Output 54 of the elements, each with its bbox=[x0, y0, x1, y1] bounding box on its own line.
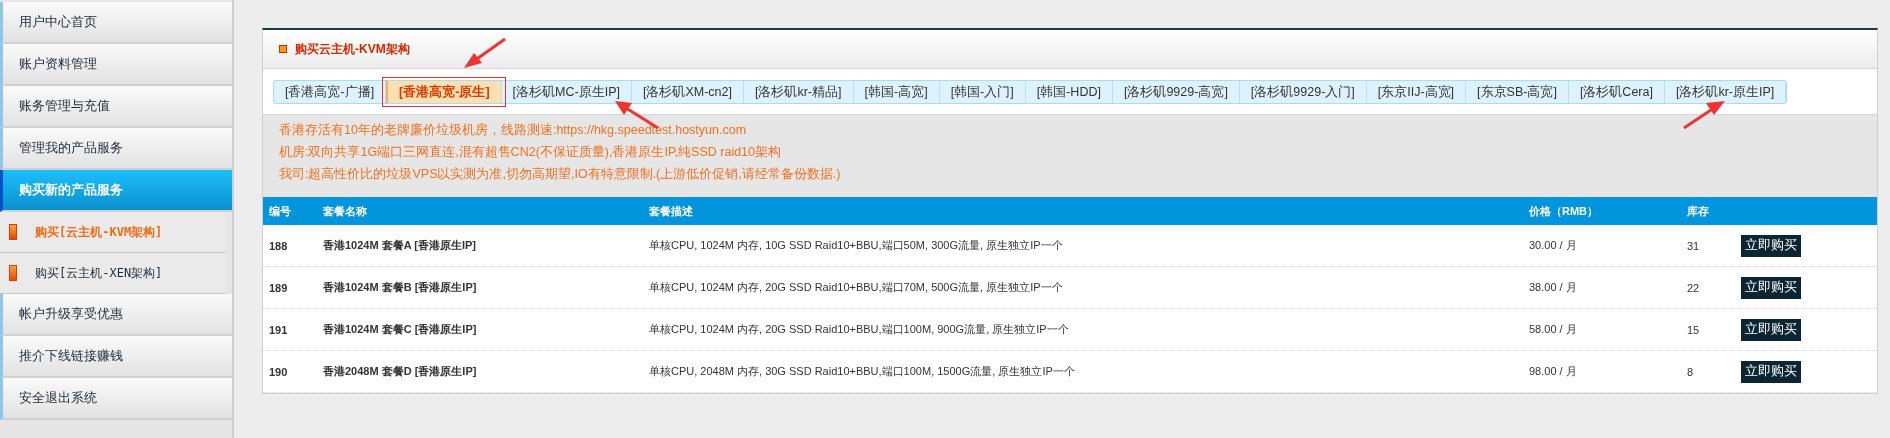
table-cell-text: 189 bbox=[269, 281, 289, 294]
table-cell-text: 香港1024M 套餐C [香港原生IP] bbox=[323, 322, 478, 337]
table-cell-text: 单核CPU, 2048M 内存, 30G SSD Raid10+BBU,端口100M, 1500G流量, 原生独立IP一个 bbox=[649, 364, 1076, 379]
buy-button[interactable]: 立即购买 bbox=[1741, 360, 1801, 383]
column-header: 套餐名称 bbox=[323, 203, 368, 219]
table-cell-text: 8 bbox=[1687, 365, 1695, 378]
buy-button[interactable]: 立即购买 bbox=[1741, 276, 1801, 299]
sidebar-item[interactable]: 账户资料管理 bbox=[0, 44, 232, 86]
table-cell-text: 58.00 / 月 bbox=[1529, 322, 1578, 337]
sidebar-item[interactable]: 账务管理与充值 bbox=[0, 86, 232, 128]
table-cell-text: 22 bbox=[1687, 281, 1701, 294]
table-cell-text: 30.00 / 月 bbox=[1529, 238, 1578, 253]
buy-button[interactable]: 立即购买 bbox=[1741, 318, 1801, 341]
bar-icon bbox=[9, 224, 17, 240]
notice-text: 香港存活有10年的老牌廉价垃圾机房，线路测速:https://hkg.speedtest.hostyun.com bbox=[279, 122, 748, 139]
tab[interactable]: [洛杉矶kr-精品] bbox=[744, 81, 854, 103]
table-cell-text: 香港1024M 套餐A [香港原生IP] bbox=[323, 238, 477, 253]
tab[interactable]: [东京SB-高宽] bbox=[1466, 81, 1569, 103]
table-cell-text: 单核CPU, 1024M 内存, 20G SSD Raid10+BBU,端口100M, 900G流量, 原生独立IP一个 bbox=[649, 322, 1070, 337]
sidebar-item[interactable]: 推介下线链接赚钱 bbox=[0, 336, 232, 378]
table-cell-text: 190 bbox=[269, 365, 289, 378]
notice-text: 我司:超高性价比的垃圾VPS以实测为准,切勿高期望,IO有特意限制.(上游低价促销,请经常备份数据.) bbox=[279, 166, 842, 183]
tab[interactable]: [洛杉矶9929-高宽] bbox=[1112, 81, 1240, 103]
table-cell-text: 15 bbox=[1687, 323, 1701, 336]
tab[interactable]: [韩国-入门] bbox=[939, 81, 1026, 103]
column-header: 库存 bbox=[1687, 203, 1710, 219]
table-cell-text: 香港1024M 套餐B [香港原生IP] bbox=[323, 280, 478, 295]
buy-button[interactable]: 立即购买 bbox=[1741, 234, 1801, 257]
column-header: 套餐描述 bbox=[649, 203, 694, 219]
table-cell-text: 38.00 / 月 bbox=[1529, 280, 1578, 295]
bar-icon bbox=[9, 265, 17, 281]
notice-text: 机房:双向共享1G端口三网直连,混有超售CN2(不保证质量),香港原生IP,纯SSD raid10架构 bbox=[279, 144, 783, 161]
tab[interactable]: [韩国-高宽] bbox=[853, 81, 940, 103]
table-cell-text: 31 bbox=[1687, 239, 1701, 252]
panel-title: 购买云主机-KVM架构 bbox=[295, 40, 410, 58]
sidebar-item[interactable]: 帐户升级享受优惠 bbox=[0, 294, 232, 336]
sidebar-subitem[interactable]: 购买[云主机-XEN架构] bbox=[0, 253, 226, 294]
tab[interactable]: [洛杉矶Cera] bbox=[1568, 81, 1665, 103]
column-header: 价格（RMB） bbox=[1529, 203, 1600, 219]
tab[interactable]: [韩国-HDD] bbox=[1025, 81, 1113, 103]
column-header: 编号 bbox=[269, 203, 292, 219]
sidebar-item[interactable]: 用户中心首页 bbox=[0, 2, 232, 44]
sidebar-item[interactable]: 管理我的产品服务 bbox=[0, 128, 232, 170]
table-cell-text: 191 bbox=[269, 323, 289, 336]
tab[interactable]: [洛杉矶9929-入门] bbox=[1239, 81, 1367, 103]
sidebar-item[interactable]: 安全退出系统 bbox=[0, 378, 232, 420]
square-icon bbox=[279, 45, 287, 53]
table-cell-text: 单核CPU, 1024M 内存, 20G SSD Raid10+BBU,端口70M, 500G流量, 原生独立IP一个 bbox=[649, 280, 1064, 295]
tab[interactable]: [洛杉矶XM-cn2] bbox=[631, 81, 744, 103]
table-cell-text: 188 bbox=[269, 239, 289, 252]
table-cell-text: 单核CPU, 1024M 内存, 10G SSD Raid10+BBU,端口50M, 300G流量, 原生独立IP一个 bbox=[649, 238, 1064, 253]
tab[interactable]: [东京IIJ-高宽] bbox=[1366, 81, 1467, 103]
table-cell-text: 98.00 / 月 bbox=[1529, 364, 1578, 379]
table-cell-text: 香港2048M 套餐D [香港原生IP] bbox=[323, 364, 478, 379]
